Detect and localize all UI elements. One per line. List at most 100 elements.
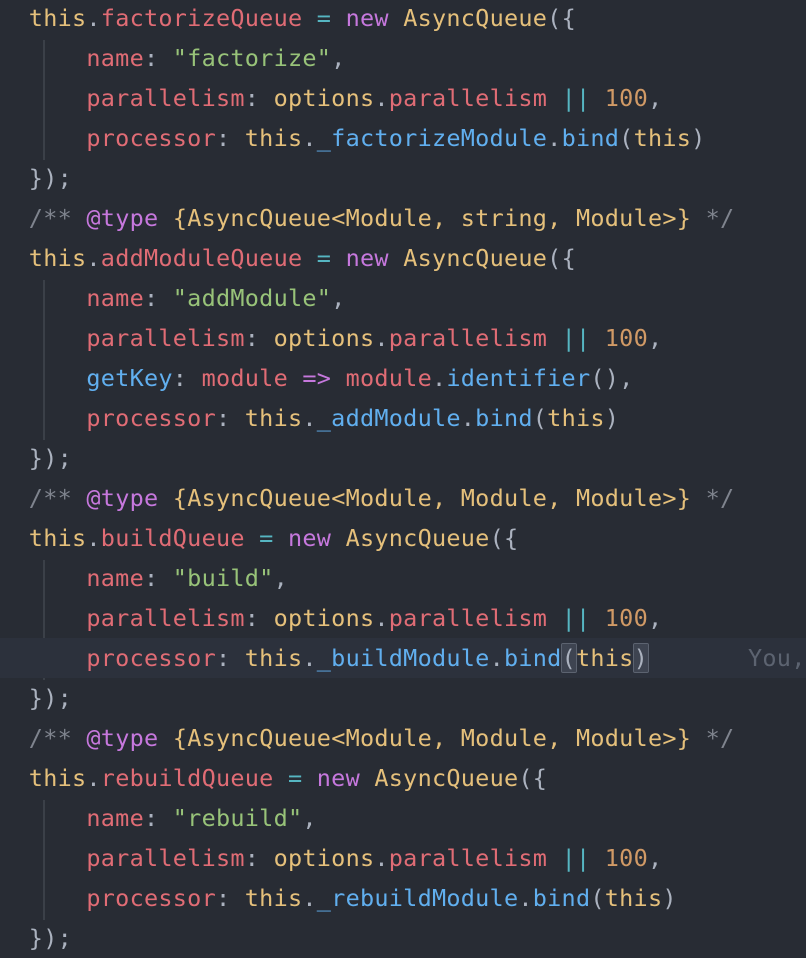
options-var: options <box>273 604 375 632</box>
comment-close: */ <box>705 204 735 232</box>
code-line: getKey: module => module.identifier(), <box>0 358 806 398</box>
colon: : <box>215 404 245 432</box>
code-line: name: "factorize", <box>0 38 806 78</box>
dot: . <box>86 524 101 552</box>
parallelism-prop: parallelism <box>388 324 548 352</box>
paren: ) <box>662 884 677 912</box>
paren: ( <box>590 884 605 912</box>
matched-bracket: ( <box>560 643 577 673</box>
this-keyword: this <box>28 524 87 552</box>
parallelism-key: parallelism <box>86 324 245 352</box>
comment-open: /** <box>28 484 72 512</box>
parallelism-prop: parallelism <box>388 844 548 872</box>
class-name: AsyncQueue <box>403 244 548 272</box>
dot: . <box>460 404 476 432</box>
processor-key: processor <box>86 404 216 432</box>
code-line: name: "addModule", <box>0 278 806 318</box>
parallelism-prop: parallelism <box>388 84 548 112</box>
code-editor[interactable]: this.factorizeQueue = new AsyncQueue({ n… <box>0 0 806 958</box>
open-brace: ({ <box>489 524 519 552</box>
this-keyword: this <box>575 644 634 672</box>
class-name: AsyncQueue <box>403 4 548 32</box>
code-line: }); <box>0 678 806 718</box>
bind-method: bind <box>503 644 562 672</box>
bind-method: bind <box>475 404 533 432</box>
type-tag: @type <box>86 204 159 232</box>
colon: : <box>143 284 173 312</box>
code-line: }); <box>0 918 806 958</box>
assign-operator: = <box>302 4 346 32</box>
number-literal: 100 <box>604 324 648 352</box>
module-param: module <box>201 364 288 392</box>
this-keyword: this <box>633 124 692 152</box>
or-operator: || <box>561 84 591 112</box>
this-keyword: this <box>547 404 605 432</box>
code-line: processor: this._addModule.bind(this) <box>0 398 806 438</box>
colon: : <box>143 564 173 592</box>
colon: : <box>215 884 245 912</box>
dot: . <box>86 244 101 272</box>
dot: . <box>518 884 533 912</box>
comma: , <box>647 324 663 352</box>
this-keyword: this <box>28 4 87 32</box>
queue-variable: buildQueue <box>100 524 245 552</box>
number-literal: 100 <box>604 604 648 632</box>
getkey-key: getKey <box>86 364 173 392</box>
name-key: name <box>86 44 144 72</box>
dot: . <box>374 84 389 112</box>
name-string: "rebuild" <box>172 804 303 832</box>
code-line: name: "rebuild", <box>0 798 806 838</box>
comma: , <box>647 84 663 112</box>
type-tag: @type <box>86 724 159 752</box>
colon: : <box>215 124 245 152</box>
colon: : <box>244 604 274 632</box>
comma: , <box>302 804 317 832</box>
comment-close: */ <box>705 724 735 752</box>
dot: . <box>374 604 389 632</box>
name-string: "addModule" <box>172 284 332 312</box>
comma: , <box>331 284 346 312</box>
identifier-method: identifier <box>446 364 591 392</box>
git-blame-annotation: You, <box>748 644 806 672</box>
type-tag: @type <box>86 484 159 512</box>
colon: : <box>143 44 173 72</box>
paren: ( <box>532 404 548 432</box>
code-line: /** @type {AsyncQueue<Module, Module, Mo… <box>0 718 806 758</box>
name-string: "build" <box>172 564 274 592</box>
code-line: parallelism: options.parallelism || 100, <box>0 78 806 118</box>
dot: . <box>547 124 562 152</box>
processor-key: processor <box>86 884 216 912</box>
processor-method: _rebuildModule <box>316 884 519 912</box>
assign-operator: = <box>302 244 346 272</box>
close-brace: }); <box>28 164 72 192</box>
this-keyword: this <box>604 884 663 912</box>
matched-bracket: ) <box>632 643 649 673</box>
dot: . <box>374 324 389 352</box>
call-parens: () <box>590 364 620 392</box>
name-key: name <box>86 284 144 312</box>
parallelism-key: parallelism <box>86 844 245 872</box>
close-brace: }); <box>28 444 72 472</box>
processor-method: _addModule <box>316 404 461 432</box>
dot: . <box>374 844 389 872</box>
code-line: parallelism: options.parallelism || 100, <box>0 598 806 638</box>
dot: . <box>302 124 317 152</box>
class-name: AsyncQueue <box>345 524 490 552</box>
type-annotation: {AsyncQueue<Module, Module, Module>} <box>172 484 692 512</box>
bind-method: bind <box>561 124 620 152</box>
this-keyword: this <box>28 764 87 792</box>
new-keyword: new <box>345 4 389 32</box>
type-annotation: {AsyncQueue<Module, Module, Module>} <box>172 724 692 752</box>
assign-operator: = <box>244 524 288 552</box>
comma: , <box>647 844 663 872</box>
dot: . <box>302 404 317 432</box>
processor-method: _buildModule <box>316 644 490 672</box>
code-line: processor: this._factorizeModule.bind(th… <box>0 118 806 158</box>
code-line: parallelism: options.parallelism || 100, <box>0 838 806 878</box>
comment-close: */ <box>705 484 735 512</box>
colon: : <box>244 324 274 352</box>
name-string: "factorize" <box>172 44 332 72</box>
options-var: options <box>273 844 375 872</box>
arrow-operator: => <box>302 364 332 392</box>
this-keyword: this <box>244 404 303 432</box>
